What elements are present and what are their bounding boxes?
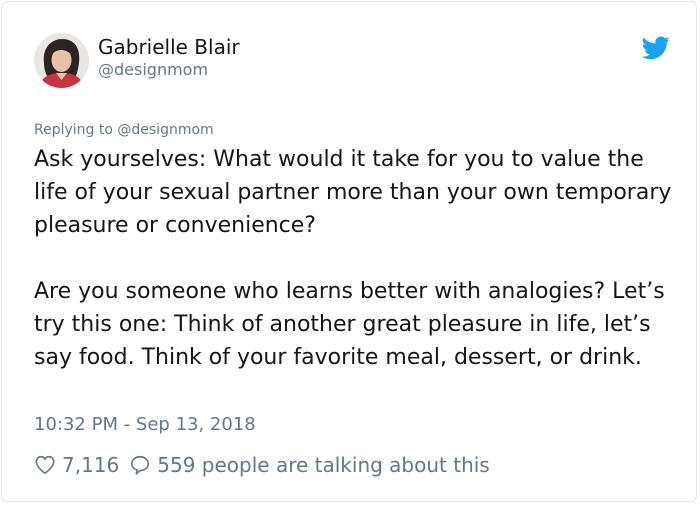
- tweet-paragraph: Are you someone who learns better with a…: [34, 279, 665, 370]
- tweet-timestamp[interactable]: 10:32 PM - Sep 13, 2018: [34, 414, 256, 435]
- author-handle[interactable]: @designmom: [98, 60, 208, 79]
- engagement-bar: 7,116 559 people are talking about this: [34, 450, 490, 480]
- like-count: 7,116: [62, 453, 120, 477]
- heart-icon: [35, 455, 55, 475]
- reply-context: Replying to @designmom: [34, 122, 214, 138]
- reply-context-handle-link[interactable]: @designmom: [117, 122, 213, 138]
- like-button[interactable]: 7,116: [34, 453, 129, 477]
- talking-about-text: 559 people are talking about this: [157, 453, 490, 477]
- tweet-body: Ask yourselves: What would it take for y…: [34, 143, 684, 374]
- twitter-bird-icon[interactable]: [641, 36, 670, 60]
- author-name[interactable]: Gabrielle Blair: [98, 35, 240, 59]
- tweet-paragraph: Ask yourselves: What would it take for y…: [34, 147, 672, 238]
- reply-button[interactable]: 559 people are talking about this: [129, 453, 490, 477]
- reply-context-prefix: Replying to: [34, 122, 113, 138]
- avatar-photo: [34, 33, 89, 88]
- speech-bubble-icon: [131, 455, 150, 475]
- avatar[interactable]: [34, 33, 89, 88]
- tweet-card: Gabrielle Blair @designmom Replying to @…: [1, 1, 697, 502]
